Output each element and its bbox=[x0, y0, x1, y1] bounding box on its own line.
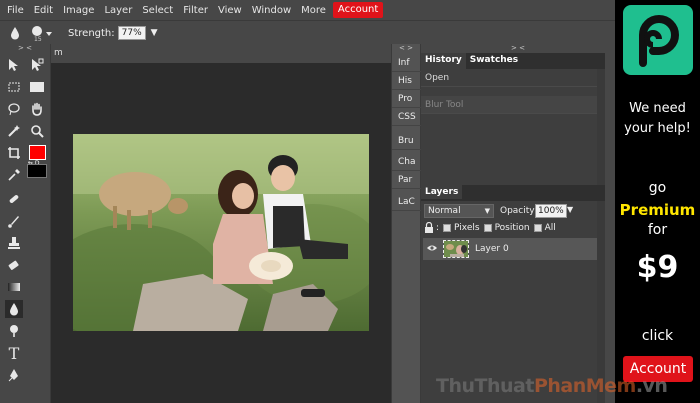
rectangle-tool-icon[interactable] bbox=[28, 78, 46, 96]
dodge-tool-icon[interactable] bbox=[5, 322, 23, 340]
lock-icon bbox=[425, 222, 433, 233]
gradient-tool-icon[interactable] bbox=[5, 278, 23, 296]
layers-tabbar: Layers bbox=[421, 185, 605, 201]
photo-image bbox=[73, 134, 369, 331]
strength-label: Strength: bbox=[68, 27, 115, 39]
opacity-label: Opacity: bbox=[500, 206, 537, 216]
lock-position-label: Position bbox=[494, 222, 530, 233]
blend-mode-value: Normal bbox=[428, 206, 461, 216]
document-tab-label: m bbox=[54, 48, 63, 58]
blur-drop-icon bbox=[11, 27, 19, 40]
panel-character-button[interactable]: Cha bbox=[392, 154, 422, 171]
layer-row[interactable]: Layer 0 bbox=[423, 238, 599, 260]
watermark: ThuThuatPhanMem.vn bbox=[436, 375, 668, 397]
history-item[interactable]: Blur Tool bbox=[421, 96, 605, 114]
menu-select[interactable]: Select bbox=[137, 0, 178, 21]
layers-panel: Normal ▼ Opacity: 100% ▼ : Pixels Positi… bbox=[421, 201, 605, 403]
lasso-tool-icon[interactable] bbox=[5, 100, 23, 118]
tab-history[interactable]: History bbox=[421, 53, 466, 69]
lock-position-checkbox[interactable] bbox=[483, 223, 492, 232]
wand-tool-icon[interactable] bbox=[5, 122, 23, 140]
clone-stamp-tool-icon[interactable] bbox=[5, 234, 23, 252]
lock-colon: : bbox=[436, 222, 440, 233]
history-tabbar: History Swatches bbox=[421, 53, 605, 69]
ad-text-premium: Premium bbox=[619, 201, 696, 219]
opacity-dropdown-arrow-icon[interactable]: ▼ bbox=[567, 205, 573, 214]
menu-file[interactable]: File bbox=[2, 0, 29, 21]
panel-history-button[interactable]: His bbox=[392, 73, 422, 90]
watermark-part3: .vn bbox=[635, 375, 668, 397]
foreground-color-swatch[interactable] bbox=[29, 145, 46, 160]
eye-icon[interactable] bbox=[425, 244, 439, 255]
menu-filter[interactable]: Filter bbox=[178, 0, 213, 21]
history-item[interactable]: Open bbox=[421, 69, 605, 87]
menu-bar: File Edit Image Layer Select Filter View… bbox=[0, 0, 615, 21]
menu-window[interactable]: Window bbox=[247, 0, 296, 21]
opacity-input[interactable]: 100% bbox=[535, 204, 567, 218]
mini-panels-toggle[interactable]: < > bbox=[392, 44, 420, 53]
lock-options: : Pixels Position All bbox=[424, 222, 556, 233]
ad-text-line1: We need bbox=[629, 101, 686, 116]
ad-price: $9 bbox=[636, 250, 679, 285]
lock-pixels-checkbox[interactable] bbox=[443, 223, 452, 232]
panel-paragraph-button[interactable]: Par bbox=[392, 172, 422, 189]
menu-edit[interactable]: Edit bbox=[29, 0, 58, 21]
background-color-swatch[interactable] bbox=[27, 164, 47, 178]
lock-all-checkbox[interactable] bbox=[533, 223, 542, 232]
eraser-tool-icon[interactable] bbox=[5, 256, 23, 274]
zoom-tool-icon[interactable] bbox=[28, 122, 46, 140]
crop-tool-icon[interactable] bbox=[5, 144, 23, 162]
brush-tool-icon[interactable] bbox=[5, 212, 23, 230]
panel-brushes-button[interactable]: Bru bbox=[392, 133, 422, 150]
premium-ad-banner[interactable]: We need your help! go Premium for $9 cli… bbox=[615, 0, 700, 403]
ad-text-click: click bbox=[641, 328, 674, 344]
hand-tool-icon[interactable] bbox=[28, 100, 46, 118]
watermark-part1: ThuThuat bbox=[436, 375, 534, 397]
brush-size-label: 15 bbox=[34, 36, 42, 43]
layer-name: Layer 0 bbox=[475, 244, 509, 254]
canvas-workspace: m bbox=[51, 44, 391, 403]
strength-dropdown-arrow-icon[interactable]: ▼ bbox=[151, 28, 158, 38]
layer-thumbnail bbox=[443, 240, 469, 258]
ad-text-go: go bbox=[648, 180, 667, 196]
move-select-tool-icon[interactable] bbox=[28, 56, 46, 74]
move-tool-icon[interactable] bbox=[5, 56, 23, 74]
tool-options-bar: 15 Strength: 77% ▼ bbox=[0, 22, 615, 44]
text-tool-icon[interactable]: T bbox=[5, 344, 23, 363]
panel-css-button[interactable]: CSS bbox=[392, 109, 422, 126]
ad-text-for: for bbox=[647, 222, 668, 238]
eyedropper-tool-icon[interactable] bbox=[5, 166, 23, 184]
photo-canvas[interactable] bbox=[73, 134, 369, 331]
blend-mode-select[interactable]: Normal ▼ bbox=[424, 204, 494, 218]
blur-tool-icon[interactable] bbox=[5, 300, 23, 318]
ad-text-line2: your help! bbox=[624, 121, 691, 136]
pen-tool-icon[interactable] bbox=[5, 366, 23, 384]
menu-image[interactable]: Image bbox=[58, 0, 99, 21]
tab-swatches[interactable]: Swatches bbox=[466, 53, 522, 69]
layers-scrollbar[interactable] bbox=[597, 201, 605, 403]
menu-layer[interactable]: Layer bbox=[99, 0, 137, 21]
right-panels-toggle[interactable]: > < bbox=[421, 44, 615, 53]
rect-select-tool-icon[interactable] bbox=[5, 78, 23, 96]
chevron-down-icon: ▼ bbox=[484, 207, 490, 215]
panel-properties-button[interactable]: Pro bbox=[392, 91, 422, 108]
tab-layers[interactable]: Layers bbox=[421, 185, 463, 199]
collapsed-panels-column: < > Inf His Pro CSS Bru Cha Par LaC bbox=[391, 44, 422, 403]
healing-tool-icon[interactable] bbox=[5, 190, 23, 208]
document-tab[interactable]: m bbox=[51, 44, 391, 63]
strength-input[interactable]: 77% bbox=[117, 26, 146, 40]
tools-collapse-toggle[interactable]: > < bbox=[0, 44, 50, 53]
lock-pixels-label: Pixels bbox=[454, 222, 480, 233]
tools-panel: > < ⇆ D bbox=[0, 44, 51, 403]
photopea-logo-icon bbox=[623, 5, 693, 75]
lock-all-label: All bbox=[544, 222, 556, 233]
menu-more[interactable]: More bbox=[296, 0, 331, 21]
right-panels: > < History Swatches Open Blur Tool Laye… bbox=[421, 44, 615, 403]
watermark-part2: PhanMem bbox=[533, 375, 636, 397]
menu-view[interactable]: View bbox=[213, 0, 247, 21]
panel-layer-comps-button[interactable]: LaC bbox=[392, 194, 422, 211]
menu-account-button[interactable]: Account bbox=[332, 2, 384, 18]
brush-preset-picker[interactable]: 15 bbox=[30, 24, 54, 43]
panel-info-button[interactable]: Inf bbox=[392, 55, 422, 72]
